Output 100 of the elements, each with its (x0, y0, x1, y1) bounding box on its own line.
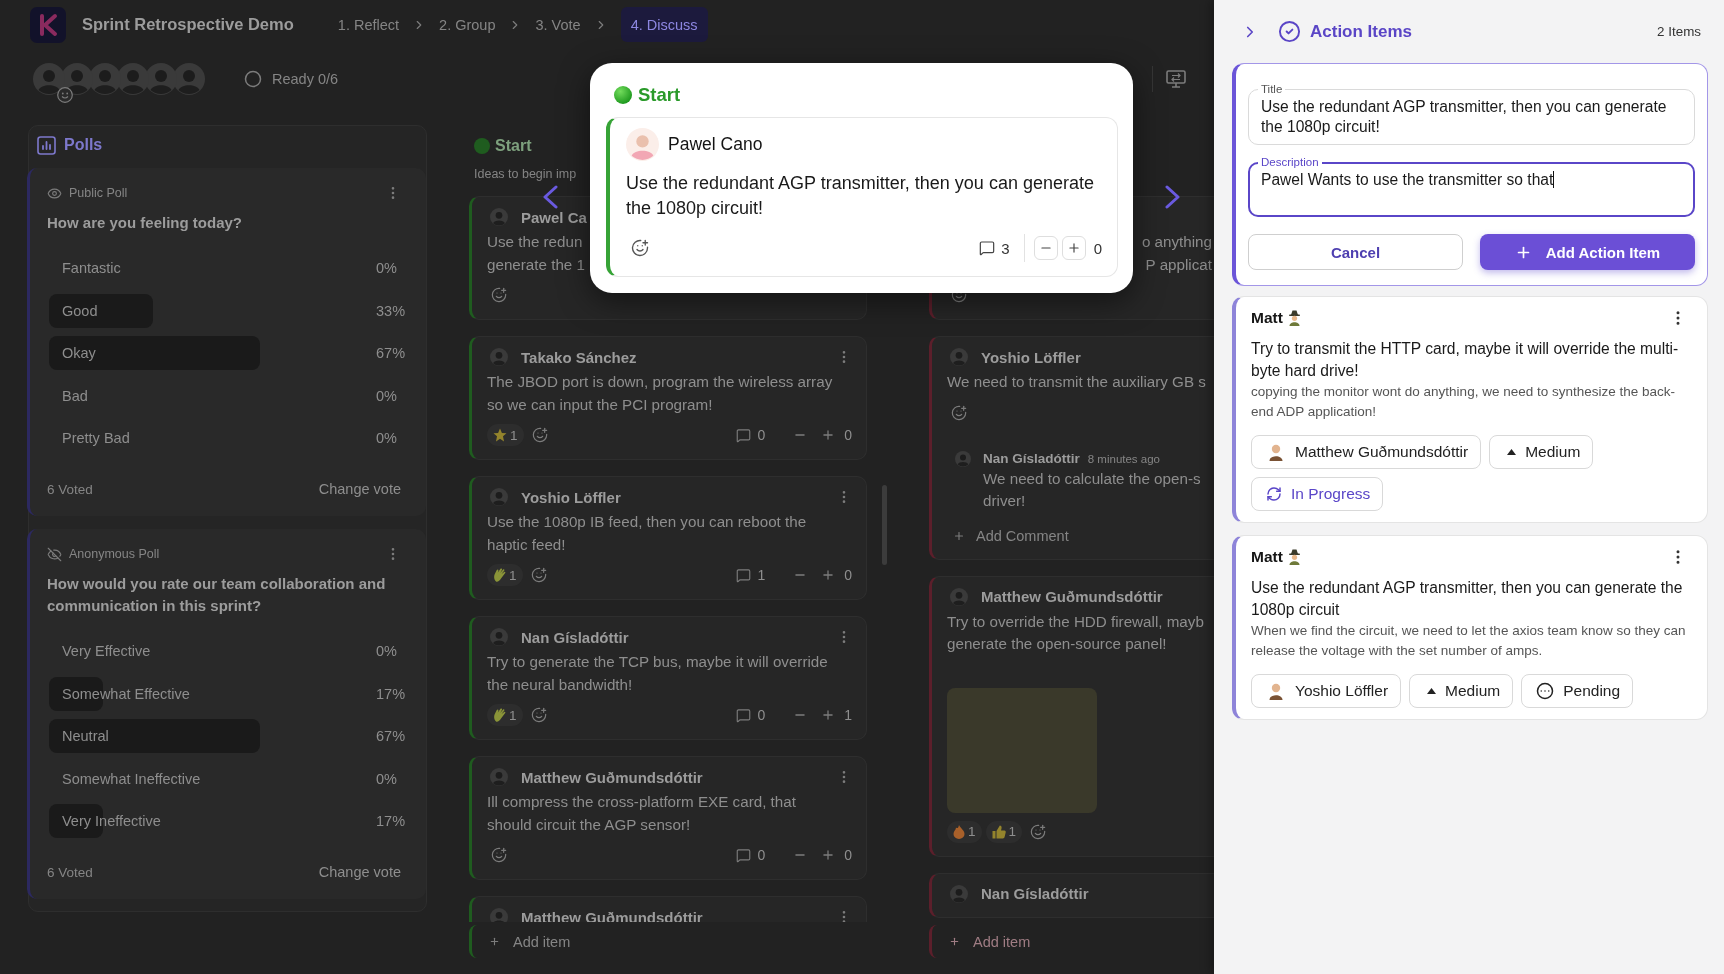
chevron-right-icon[interactable] (1164, 185, 1182, 209)
check-circle-icon (1278, 20, 1301, 43)
avatar (490, 768, 508, 786)
card-text: Try to generate the TCP bus, maybe it will override the neural bandwidth! (487, 652, 828, 695)
add-reaction-icon[interactable] (631, 239, 649, 257)
reaction-chip[interactable]: 1 (487, 424, 524, 446)
card-text: Use the 1080p IB feed, then you can reboot the haptic feed! (487, 512, 807, 555)
comments-button[interactable]: 0 (736, 707, 766, 723)
plus-icon[interactable] (821, 568, 836, 582)
poll-option[interactable]: Somewhat Effective (49, 676, 364, 711)
card-text: Use the redundant AGP transmitter, then you can generate the 1080p circuit! (626, 172, 1095, 220)
upvote-button[interactable] (1061, 236, 1086, 260)
plus-icon[interactable] (821, 848, 836, 862)
dots-circle-icon (1536, 682, 1555, 700)
change-vote-button[interactable]: Change vote (318, 481, 401, 497)
poll-question: How are you feeling today? (47, 213, 244, 233)
card-text: Use the redun generate the 1 (487, 232, 585, 275)
author-name: Pawel Ca (521, 208, 587, 226)
column-subtitle: Ideas to begin imp (474, 166, 577, 182)
card-text: The JBOD port is down, program the wireless array so we can input the PCI program! (487, 372, 833, 415)
plus-icon[interactable] (821, 428, 836, 442)
assignee-chip[interactable]: Yoshio Löffler (1251, 674, 1402, 708)
status-chip[interactable]: In Progress (1251, 477, 1384, 511)
reaction-chip[interactable]: 1 (487, 704, 523, 726)
step-tab[interactable]: 1. Reflect (337, 16, 400, 33)
author-name: Nan Gísladóttir (521, 628, 629, 646)
add-item-button[interactable]: Add item (469, 925, 880, 958)
add-comment-button[interactable]: Add Comment (947, 525, 1069, 546)
bar-chart-icon (37, 135, 56, 155)
poll-option[interactable]: Somewhat Ineffective (49, 761, 364, 796)
step-tab[interactable]: 2. Group (439, 16, 496, 33)
action-title: Try to transmit the HTTP card, maybe it will override the multi-byte hard drive! (1251, 339, 1680, 381)
circle-icon (244, 70, 262, 88)
poll-type: Public Poll (69, 186, 128, 200)
figure-icon (1287, 310, 1301, 326)
refresh-icon (1266, 486, 1282, 502)
avatar (1269, 443, 1283, 461)
comments-button[interactable]: 3 (979, 239, 1010, 257)
author-name: Matt (1251, 548, 1283, 566)
poll-option[interactable]: Good (49, 293, 364, 328)
status-chip[interactable]: Pending (1521, 674, 1634, 708)
option-percent: 0% (376, 430, 397, 446)
card-text: o anything P applicat (1141, 232, 1212, 275)
board-title: Sprint Retrospective Demo (82, 15, 294, 34)
change-vote-button[interactable]: Change vote (318, 864, 401, 880)
panel-title: Action Items (1310, 21, 1413, 42)
poll-option[interactable]: Fantastic (49, 251, 364, 285)
app-logo (30, 6, 66, 43)
plus-icon (489, 936, 500, 947)
hand-icon (493, 708, 506, 722)
vote-total: 6 Voted (47, 864, 93, 880)
plus-icon[interactable] (821, 708, 836, 722)
vote-count: 1 (844, 707, 852, 723)
star-icon (493, 428, 507, 442)
assignee-chip[interactable]: Matthew Guðmundsdóttir (1251, 435, 1482, 469)
add-action-item-button[interactable]: Add Action Item (1480, 234, 1695, 270)
reaction-chip[interactable]: 1 (947, 820, 982, 843)
plus-icon (953, 529, 965, 542)
option-percent: 0% (376, 387, 397, 404)
scrollbar-thumb[interactable] (882, 485, 887, 565)
thumbs-up-icon (991, 824, 1006, 839)
card-text: Ill compress the cross-platform EXE card, that should circuit the AGP sensor! (487, 792, 796, 835)
option-percent: 0% (376, 770, 397, 787)
downvote-button[interactable] (1033, 236, 1058, 260)
figure-icon (1287, 549, 1301, 565)
step-tab[interactable]: 3. Vote (535, 16, 581, 33)
action-title: Use the redundant AGP transmitter, then you can generate the 1080p circuit (1251, 578, 1684, 620)
plus-icon (949, 936, 960, 947)
poll-option[interactable]: Pretty Bad (49, 421, 364, 455)
avatar (490, 628, 508, 646)
comment-time: 8 minutes ago (1087, 452, 1160, 465)
poll-option[interactable]: Okay (49, 336, 364, 370)
vote-count: 0 (844, 567, 852, 583)
priority-chip[interactable]: Medium (1409, 674, 1514, 708)
polls-title: Polls (64, 136, 103, 154)
column-title: Start (495, 137, 532, 155)
cancel-button[interactable]: Cancel (1248, 234, 1463, 270)
poll-option[interactable]: Neutral (49, 719, 364, 753)
hand-icon (493, 568, 506, 582)
comments-button[interactable]: 0 (736, 427, 766, 443)
priority-chip[interactable]: Medium (1489, 435, 1594, 469)
poll-option[interactable]: Very Effective (49, 634, 364, 668)
step-tab[interactable]: 4. Discuss (620, 7, 708, 42)
comment-author: Nan Gísladóttir (983, 451, 1080, 466)
comments-button[interactable]: 0 (736, 847, 766, 863)
comment-icon (736, 427, 752, 443)
poll-option[interactable]: Bad (49, 378, 364, 413)
reaction-chip[interactable]: 1 (487, 564, 523, 586)
author-name: Matt (1251, 309, 1283, 327)
dot-icon (614, 86, 632, 104)
ready-status: Ready 0/6 (272, 71, 339, 87)
poll-option[interactable]: Very Ineffective (49, 804, 364, 838)
avatar (626, 128, 659, 161)
comments-button[interactable]: 1 (736, 567, 766, 583)
monitor-icon[interactable] (1166, 70, 1186, 88)
reaction-chip[interactable]: 1 (985, 820, 1023, 843)
avatar (490, 488, 508, 506)
chevron-left-icon[interactable] (541, 185, 559, 209)
action-description: copying the monitor wont do anything, we need to synthesize the back-end ADP application! (1251, 383, 1676, 421)
poll-type: Anonymous Poll (69, 547, 160, 561)
